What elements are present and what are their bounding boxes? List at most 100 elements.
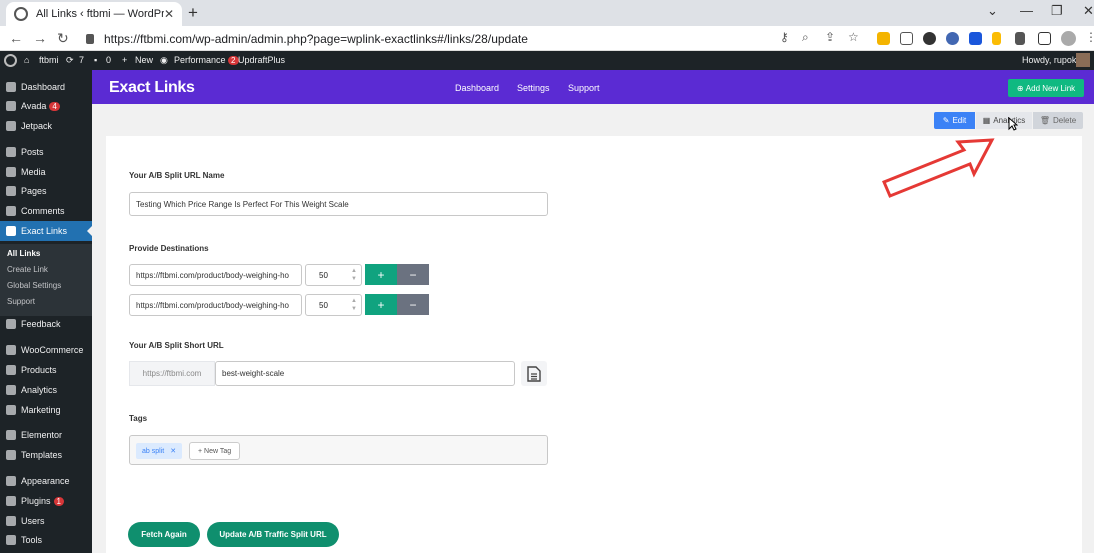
sidebar-item-pages[interactable]: Pages [0, 181, 92, 201]
sidebar-item-label: Comments [21, 206, 65, 216]
chevron-down-icon[interactable]: ⌄ [987, 3, 998, 19]
zoom-icon[interactable]: ⌕ [802, 30, 809, 45]
comments-count[interactable]: 0 [106, 55, 111, 65]
destination-weight-stepper[interactable]: 50 ▲ ▼ [305, 264, 362, 286]
cursor-icon [1008, 117, 1018, 131]
add-destination-button[interactable]: + [365, 264, 397, 285]
tags-field[interactable]: ab split ✕ + New Tag [129, 435, 548, 465]
destination-weight-stepper[interactable]: 50 ▲ ▼ [305, 294, 362, 316]
comments-icon[interactable]: ▪ [94, 55, 97, 65]
avatar[interactable] [1076, 53, 1090, 67]
extension-icon[interactable] [923, 32, 936, 45]
plus-icon[interactable]: + [122, 55, 127, 65]
analytics-button[interactable]: ▦Analytics [976, 112, 1032, 129]
sidebar-item-posts[interactable]: Posts [0, 142, 92, 162]
updates-count[interactable]: 7 [79, 55, 84, 65]
extension-icon[interactable] [946, 32, 959, 45]
updraftplus-link[interactable]: UpdraftPlus [238, 55, 285, 65]
sidebar-item-marketing[interactable]: Marketing [0, 400, 92, 420]
copy-button[interactable] [521, 361, 547, 386]
sidebar-icon[interactable] [1038, 32, 1051, 45]
short-url-field[interactable]: best-weight-scale [215, 361, 515, 386]
kebab-menu-icon[interactable]: ⋮ [1085, 30, 1094, 44]
close-window-icon[interactable]: ✕ [1083, 3, 1094, 19]
sidebar-item-tools[interactable]: Tools [0, 530, 92, 550]
add-new-link-button[interactable]: ⊕ Add New Link [1008, 79, 1084, 97]
sidebar-item-avada[interactable]: Avada 4 [0, 96, 92, 116]
sidebar-item-jetpack[interactable]: Jetpack [0, 116, 92, 136]
add-destination-button[interactable]: + [365, 294, 397, 315]
remove-tag-icon[interactable]: ✕ [170, 447, 176, 455]
reload-icon[interactable]: ↻ [57, 30, 69, 47]
extension-icon[interactable] [969, 32, 982, 45]
forward-icon[interactable]: → [33, 30, 47, 46]
restore-icon[interactable]: ❐ [1051, 3, 1063, 19]
home-icon[interactable]: ⌂ [24, 55, 29, 65]
short-url-label: Your A/B Split Short URL [129, 341, 224, 350]
spinner-arrows-icon[interactable]: ▲ ▼ [351, 267, 357, 283]
submenu-create-link[interactable]: Create Link [7, 265, 48, 274]
extension-icon[interactable] [877, 32, 890, 45]
short-url-prefix: https://ftbmi.com [129, 361, 215, 386]
submenu-support[interactable]: Support [7, 297, 35, 306]
tag-chip[interactable]: ab split ✕ [136, 443, 183, 459]
updates-icon[interactable]: ⟳ [66, 55, 74, 66]
nav-dashboard[interactable]: Dashboard [455, 83, 499, 93]
sidebar-item-feedback[interactable]: Feedback [0, 314, 92, 334]
new-tag-button[interactable]: + New Tag [189, 442, 241, 460]
sidebar-item-label: Marketing [21, 405, 61, 415]
delete-button[interactable]: 🗑 Delete [1033, 112, 1083, 129]
submenu-global-settings[interactable]: Global Settings [7, 281, 61, 290]
sidebar-item-templates[interactable]: Templates [0, 445, 92, 465]
sidebar-item-label: Elementor [21, 430, 63, 440]
sidebar-item-label: Products [21, 365, 57, 375]
weight-value: 50 [319, 270, 328, 280]
edit-button[interactable]: ✎ Edit [934, 112, 975, 129]
destination-url-field[interactable]: https://ftbmi.com/product/body-weighing-… [129, 294, 302, 316]
sidebar-item-analytics[interactable]: Analytics [0, 380, 92, 400]
share-icon[interactable]: ⇪ [825, 30, 835, 44]
update-split-url-button[interactable]: Update A/B Traffic Split URL [207, 522, 339, 547]
bookmark-star-icon[interactable]: ☆ [848, 30, 859, 44]
sidebar-item-users[interactable]: Users [0, 511, 92, 531]
sidebar-item-dashboard[interactable]: Dashboard [0, 77, 92, 97]
back-icon[interactable]: ← [9, 30, 23, 46]
sidebar-item-products[interactable]: Products [0, 360, 92, 380]
nav-settings[interactable]: Settings [517, 83, 550, 93]
sidebar-item-appearance[interactable]: Appearance [0, 471, 92, 491]
remove-destination-button[interactable]: − [397, 264, 429, 285]
new-link[interactable]: New [135, 55, 153, 65]
plus-circle-icon: ⊕ [1016, 83, 1026, 93]
sidebar-item-woocommerce[interactable]: WooCommerce [0, 340, 92, 360]
sidebar-item-exact-links[interactable]: Exact Links [0, 221, 92, 241]
spinner-arrows-icon[interactable]: ▲ ▼ [351, 297, 357, 313]
sidebar-item-media[interactable]: Media [0, 162, 92, 182]
analytics-icon [6, 385, 16, 395]
url-field[interactable]: https://ftbmi.com/wp-admin/admin.php?pag… [80, 29, 770, 48]
wordpress-favicon-icon [14, 7, 28, 21]
performance-link[interactable]: Performance 2 [174, 55, 239, 65]
nav-support[interactable]: Support [568, 83, 600, 93]
sidebar-item-comments[interactable]: Comments [0, 201, 92, 221]
site-name[interactable]: ftbmi [39, 55, 59, 65]
fetch-again-button[interactable]: Fetch Again [128, 522, 200, 547]
key-icon[interactable]: ⚷ [780, 30, 789, 44]
browser-tab[interactable]: All Links ‹ ftbmi — WordPress ✕ [6, 2, 182, 26]
remove-destination-button[interactable]: − [397, 294, 429, 315]
minimize-icon[interactable]: — [1020, 3, 1033, 18]
sidebar-item-elementor[interactable]: Elementor [0, 425, 92, 445]
destination-url-field[interactable]: https://ftbmi.com/product/body-weighing-… [129, 264, 302, 286]
exact-links-logo[interactable]: Exact Links [109, 79, 195, 97]
name-field[interactable]: Testing Which Price Range Is Perfect For… [129, 192, 548, 216]
close-tab-icon[interactable]: ✕ [164, 7, 174, 21]
sidebar-item-plugins[interactable]: Plugins 1 [0, 491, 92, 511]
extension-icon[interactable] [900, 32, 913, 45]
extension-icon[interactable] [992, 32, 1001, 45]
puzzle-icon[interactable] [1015, 32, 1025, 45]
weight-value: 50 [319, 300, 328, 310]
submenu-all-links[interactable]: All Links [7, 249, 40, 258]
new-tab-icon[interactable]: + [188, 3, 198, 23]
profile-avatar[interactable] [1061, 31, 1076, 46]
sidebar-item-label: Posts [21, 147, 44, 157]
wordpress-logo-icon[interactable] [4, 54, 17, 67]
